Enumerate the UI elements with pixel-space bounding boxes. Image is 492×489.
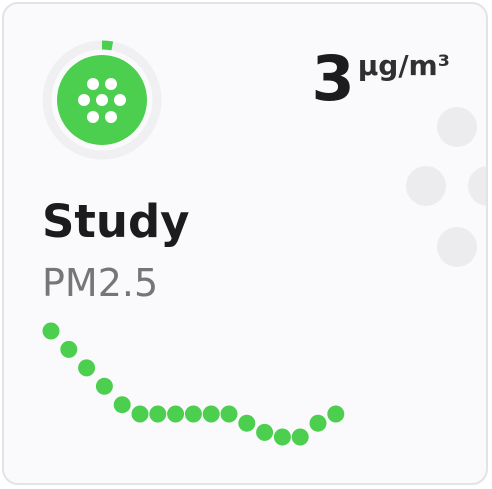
- history-point: [327, 405, 345, 423]
- history-point: [256, 423, 274, 441]
- history-point: [60, 340, 78, 358]
- history-point: [184, 405, 202, 423]
- history-sparkline: [42, 322, 345, 446]
- history-point: [113, 396, 131, 414]
- history-point: [78, 359, 96, 377]
- history-point: [273, 428, 291, 446]
- history-point: [202, 405, 220, 423]
- sensor-card[interactable]: 3 µg/m³ Study PM2.5: [2, 2, 488, 485]
- history-point: [167, 405, 185, 423]
- history-point: [42, 322, 60, 340]
- history-point: [95, 377, 113, 395]
- history-point: [220, 405, 238, 423]
- history-point: [291, 428, 309, 446]
- history-point: [238, 414, 256, 432]
- history-point: [309, 414, 327, 432]
- history-point: [131, 405, 149, 423]
- history-point: [149, 405, 167, 423]
